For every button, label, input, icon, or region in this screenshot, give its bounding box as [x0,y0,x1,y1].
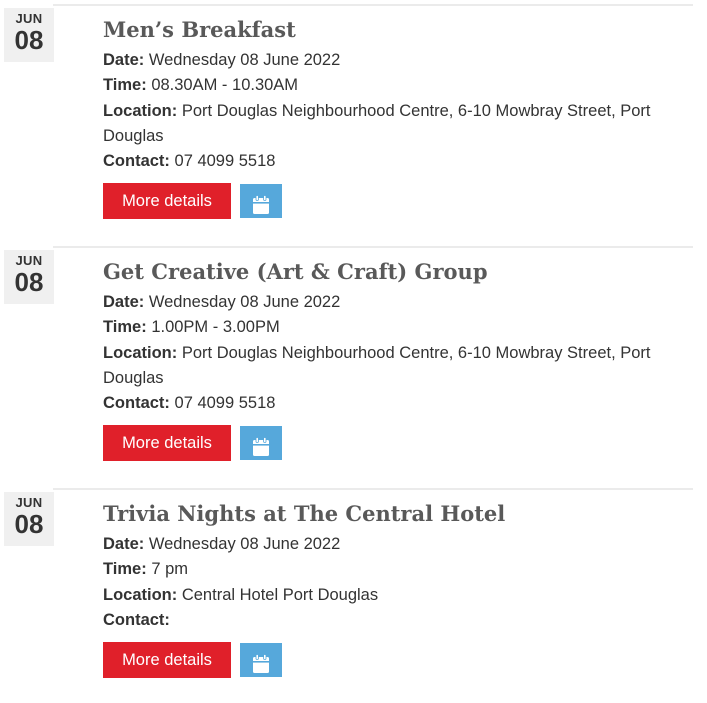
event-item: JUN 08 Men’s Breakfast Date: Wednesday 0… [0,4,707,244]
event-month: JUN [15,11,43,26]
event-date-row: Date: Wednesday 08 June 2022 [103,290,693,315]
event-title[interactable]: Men’s Breakfast [103,17,296,42]
event-time-label: Time: [103,560,147,579]
event-date-badge: JUN 08 [4,492,54,546]
event-contact-row: Contact: 07 4099 5518 [103,149,693,174]
event-date-value: Wednesday 08 June 2022 [148,51,341,69]
event-date-label: Date: [103,293,145,311]
event-time-row: Time: 7 pm [103,557,693,582]
event-location-row: Location: Port Douglas Neighbourhood Cen… [103,99,693,150]
event-title[interactable]: Get Creative (Art & Craft) Group [103,259,488,284]
event-date-row: Date: Wednesday 08 June 2022 [103,48,693,73]
event-location-value: Central Hotel Port Douglas [181,585,379,604]
event-time-label: Time: [103,318,147,337]
event-divider [53,488,693,490]
event-day: 08 [14,509,44,539]
add-to-calendar-button[interactable] [240,184,282,218]
event-time-value: 1.00PM - 3.00PM [151,318,280,337]
event-location-label: Location: [103,101,178,120]
event-time-row: Time: 08.30AM - 10.30AM [103,73,693,98]
event-contact-value: 07 4099 5518 [174,394,276,413]
add-to-calendar-button[interactable] [240,643,282,677]
event-contact-label: Contact: [103,394,170,413]
event-time-label: Time: [103,76,147,95]
calendar-icon [253,194,269,214]
add-to-calendar-button[interactable] [240,426,282,460]
event-details: Date: Wednesday 08 June 2022 Time: 08.30… [103,48,693,174]
event-contact-value: 07 4099 5518 [174,152,276,171]
event-month: JUN [15,253,43,268]
event-item: JUN 08 Get Creative (Art & Craft) Group … [0,246,707,486]
event-date-value: Wednesday 08 June 2022 [148,535,341,553]
event-details: Date: Wednesday 08 June 2022 Time: 7 pm … [103,532,693,633]
more-details-button[interactable]: More details [103,642,231,678]
event-contact-label: Contact: [103,610,170,629]
event-details: Date: Wednesday 08 June 2022 Time: 1.00P… [103,290,693,416]
event-divider [53,4,693,6]
event-location-value: Port Douglas Neighbourhood Centre, 6-10 … [103,343,651,387]
event-date-badge: JUN 08 [4,8,54,62]
event-divider [53,246,693,248]
event-contact-row: Contact: 07 4099 5518 [103,391,693,416]
event-date-row: Date: Wednesday 08 June 2022 [103,532,693,557]
event-item: JUN 08 Trivia Nights at The Central Hote… [0,488,707,700]
calendar-icon [253,653,269,673]
event-day: 08 [14,267,44,297]
event-date-label: Date: [103,535,145,553]
event-location-row: Location: Central Hotel Port Douglas [103,583,693,608]
event-location-value: Port Douglas Neighbourhood Centre, 6-10 … [103,101,651,145]
event-time-value: 08.30AM - 10.30AM [151,76,299,95]
event-time-value: 7 pm [151,560,188,579]
event-location-label: Location: [103,585,178,604]
event-date-label: Date: [103,51,145,69]
more-details-button[interactable]: More details [103,425,231,461]
event-time-row: Time: 1.00PM - 3.00PM [103,315,693,340]
event-contact-row: Contact: [103,608,693,633]
event-date-badge: JUN 08 [4,250,54,304]
event-date-value: Wednesday 08 June 2022 [148,293,341,311]
event-title[interactable]: Trivia Nights at The Central Hotel [103,501,505,526]
event-day: 08 [14,25,44,55]
calendar-icon [253,436,269,456]
event-location-row: Location: Port Douglas Neighbourhood Cen… [103,341,693,392]
event-month: JUN [15,495,43,510]
event-contact-label: Contact: [103,152,170,171]
event-location-label: Location: [103,343,178,362]
more-details-button[interactable]: More details [103,183,231,219]
